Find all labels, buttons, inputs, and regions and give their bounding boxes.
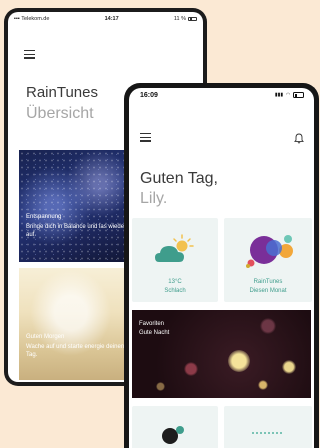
featured-title: Favoriten <box>139 321 165 327</box>
featured-subtitle: Gute Nacht <box>139 330 170 336</box>
weather-tile[interactable]: 13°C Schlach <box>132 218 218 302</box>
partly-cloudy-icon <box>155 234 194 262</box>
hamburger-icon[interactable] <box>140 133 151 142</box>
greeting-title: Guten Tag, <box>140 170 218 187</box>
stats-period: Diesen Monat <box>249 288 287 294</box>
bokeh-light <box>258 380 268 390</box>
bokeh-light <box>260 318 276 334</box>
card-entspannung[interactable]: Entspannung Bringe dich in Balance und l… <box>19 150 134 262</box>
battery-icon <box>293 92 304 98</box>
home-screen: 16:09 ▮▮▮ ◠ Guten Tag, Lily. 13°C Schlac… <box>129 88 314 448</box>
page-subtitle: Übersicht <box>26 105 94 122</box>
card-background <box>19 150 134 262</box>
card-description: Wache auf und starte energie deinen Tag. <box>26 344 125 358</box>
bottom-tile-left[interactable] <box>132 406 218 448</box>
signal-icon: ▪▪▪ <box>14 16 20 22</box>
status-time: 14:17 <box>104 16 119 22</box>
status-right: 11 % <box>174 16 197 22</box>
featured-card-gute-nacht[interactable]: Favoriten Gute Nacht <box>132 310 311 398</box>
status-bar: ▪▪▪ Telekom.de 14:17 11 % <box>8 12 203 26</box>
app-title: RainTunes <box>26 84 98 101</box>
weather-location: Schlach <box>164 288 186 294</box>
stats-tile[interactable]: RainTunes Diesen Monat <box>224 218 312 302</box>
bokeh-light <box>282 360 296 374</box>
bottom-tile-right[interactable] <box>224 406 312 448</box>
battery-icon <box>188 16 197 22</box>
carrier-label: ▪▪▪ Telekom.de <box>14 16 50 22</box>
signal-icon: ▮▮▮ <box>274 92 284 98</box>
bell-icon[interactable] <box>294 133 304 144</box>
status-bar: 16:09 ▮▮▮ ◠ <box>129 88 314 102</box>
bokeh-light <box>156 382 165 391</box>
hamburger-icon[interactable] <box>24 50 35 59</box>
card-title: Entspannung <box>26 214 62 220</box>
wifi-icon: ◠ <box>286 92 290 98</box>
status-time: 16:09 <box>140 91 158 99</box>
stats-title: RainTunes <box>253 279 283 285</box>
battery-percent: 11 % <box>173 16 186 22</box>
status-icons: ▮▮▮ ◠ <box>275 92 304 98</box>
circles-icon <box>246 235 293 268</box>
partial-graphic <box>252 432 282 437</box>
card-title: Guten Morgen <box>26 334 65 340</box>
bokeh-light <box>228 350 250 372</box>
card-guten-morgen[interactable]: Guten Morgen Wache auf und starte energi… <box>19 268 134 380</box>
check-badge-icon <box>176 426 184 434</box>
greeting-name: Lily. <box>140 190 168 207</box>
bokeh-light <box>184 362 198 376</box>
weather-temperature: 13°C <box>168 279 182 285</box>
card-description: Bringe dich in Balance und las wieder au… <box>26 224 127 238</box>
phone-home: 16:09 ▮▮▮ ◠ Guten Tag, Lily. 13°C Schlac… <box>124 83 319 448</box>
